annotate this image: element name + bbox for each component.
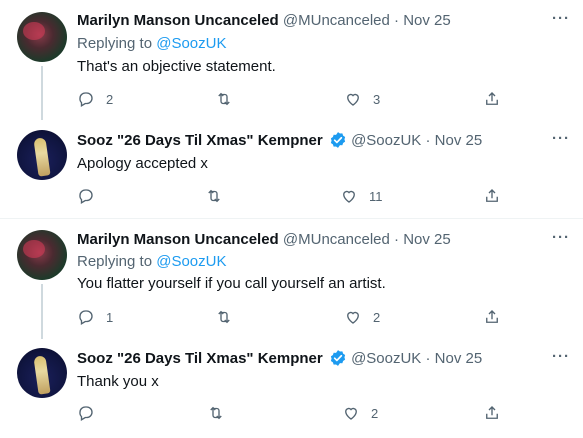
reply-button[interactable] xyxy=(77,403,106,423)
tweet[interactable]: Marilyn Manson Uncanceled @MUncanceled ·… xyxy=(0,0,583,120)
tweet-text: You flatter yourself if you call yoursel… xyxy=(77,275,386,292)
reply-button[interactable]: 1 xyxy=(77,307,113,327)
thread-line xyxy=(41,284,43,339)
separator: · xyxy=(394,231,400,248)
like-count: 2 xyxy=(373,309,381,325)
display-name[interactable]: Sooz "26 Days Til Xmas" Kempner xyxy=(77,132,323,149)
handle[interactable]: @MUncanceled xyxy=(283,12,390,29)
reply-count: 2 xyxy=(106,91,114,107)
timestamp[interactable]: Nov 25 xyxy=(403,12,451,29)
timestamp[interactable]: Nov 25 xyxy=(435,132,483,149)
thread-line xyxy=(41,66,43,120)
share-button[interactable] xyxy=(483,89,501,109)
replying-to-link[interactable]: @SoozUK xyxy=(156,35,226,52)
like-button[interactable]: 3 xyxy=(344,89,380,109)
reply-button[interactable]: 2 xyxy=(77,89,113,109)
display-name[interactable]: Sooz "26 Days Til Xmas" Kempner xyxy=(77,350,323,367)
reply-icon xyxy=(79,92,93,107)
more-options-icon[interactable]: ··· xyxy=(552,130,570,147)
reply-icon xyxy=(79,189,93,204)
action-bar: 2 xyxy=(77,403,507,423)
share-button[interactable] xyxy=(483,186,501,206)
like-count: 11 xyxy=(369,188,383,204)
more-options-icon[interactable]: ··· xyxy=(552,229,570,246)
retweet-button[interactable] xyxy=(215,307,233,327)
verified-badge-icon xyxy=(330,350,346,366)
avatar[interactable] xyxy=(17,12,67,62)
more-options-icon[interactable]: ··· xyxy=(552,348,570,365)
retweet-button[interactable] xyxy=(207,403,225,423)
avatar[interactable] xyxy=(17,130,67,180)
heart-icon xyxy=(347,311,359,324)
reply-icon xyxy=(79,310,93,325)
tweet-header: Marilyn Manson Uncanceled @MUncanceled ·… xyxy=(77,11,451,31)
separator: · xyxy=(394,12,400,29)
reply-count: 1 xyxy=(106,309,114,325)
tweet[interactable]: Sooz "26 Days Til Xmas" Kempner @SoozUK … xyxy=(0,120,583,217)
retweet-button[interactable] xyxy=(205,186,223,206)
heart-icon xyxy=(343,190,355,203)
share-icon xyxy=(486,92,498,105)
retweet-icon xyxy=(218,92,230,106)
action-bar: 11 xyxy=(77,186,507,206)
display-name[interactable]: Marilyn Manson Uncanceled xyxy=(77,12,279,29)
like-button[interactable]: 2 xyxy=(342,403,378,423)
tweet-header: Sooz "26 Days Til Xmas" Kempner @SoozUK … xyxy=(77,131,482,151)
heart-icon xyxy=(347,93,359,106)
separator: · xyxy=(425,350,431,367)
tweet[interactable]: Marilyn Manson Uncanceled @MUncanceled ·… xyxy=(0,219,583,339)
share-icon xyxy=(486,406,498,419)
reply-icon xyxy=(79,406,93,421)
share-icon xyxy=(486,310,498,323)
separator: · xyxy=(425,132,431,149)
tweet-header: Marilyn Manson Uncanceled @MUncanceled ·… xyxy=(77,230,451,250)
retweet-icon xyxy=(218,310,230,324)
replying-to-link[interactable]: @SoozUK xyxy=(156,253,226,270)
retweet-icon xyxy=(210,406,222,420)
avatar[interactable] xyxy=(17,348,67,398)
share-button[interactable] xyxy=(483,307,501,327)
like-count: 3 xyxy=(373,91,381,107)
tweet-text: That's an objective statement. xyxy=(77,58,276,75)
handle[interactable]: @SoozUK xyxy=(351,350,421,367)
timestamp[interactable]: Nov 25 xyxy=(435,350,483,367)
like-button[interactable]: 11 xyxy=(340,186,383,206)
verified-badge-icon xyxy=(330,132,346,148)
share-icon xyxy=(486,189,498,202)
action-bar: 1 2 xyxy=(77,307,507,327)
handle[interactable]: @SoozUK xyxy=(351,132,421,149)
reply-button[interactable] xyxy=(77,186,106,206)
avatar[interactable] xyxy=(17,230,67,280)
like-count: 2 xyxy=(371,405,379,421)
more-options-icon[interactable]: ··· xyxy=(552,10,570,27)
display-name[interactable]: Marilyn Manson Uncanceled xyxy=(77,231,279,248)
replying-to: Replying to @SoozUK xyxy=(77,253,227,270)
action-bar: 2 3 xyxy=(77,89,507,109)
tweet-text: Thank you x xyxy=(77,373,159,390)
retweet-button[interactable] xyxy=(215,89,233,109)
tweet-header: Sooz "26 Days Til Xmas" Kempner @SoozUK … xyxy=(77,349,482,369)
heart-icon xyxy=(345,407,357,420)
timestamp[interactable]: Nov 25 xyxy=(403,231,451,248)
share-button[interactable] xyxy=(483,403,501,423)
handle[interactable]: @MUncanceled xyxy=(283,231,390,248)
tweet-text: Apology accepted x xyxy=(77,155,208,172)
retweet-icon xyxy=(208,189,220,203)
replying-to: Replying to @SoozUK xyxy=(77,35,227,52)
like-button[interactable]: 2 xyxy=(344,307,380,327)
tweet[interactable]: Sooz "26 Days Til Xmas" Kempner @SoozUK … xyxy=(0,339,583,438)
